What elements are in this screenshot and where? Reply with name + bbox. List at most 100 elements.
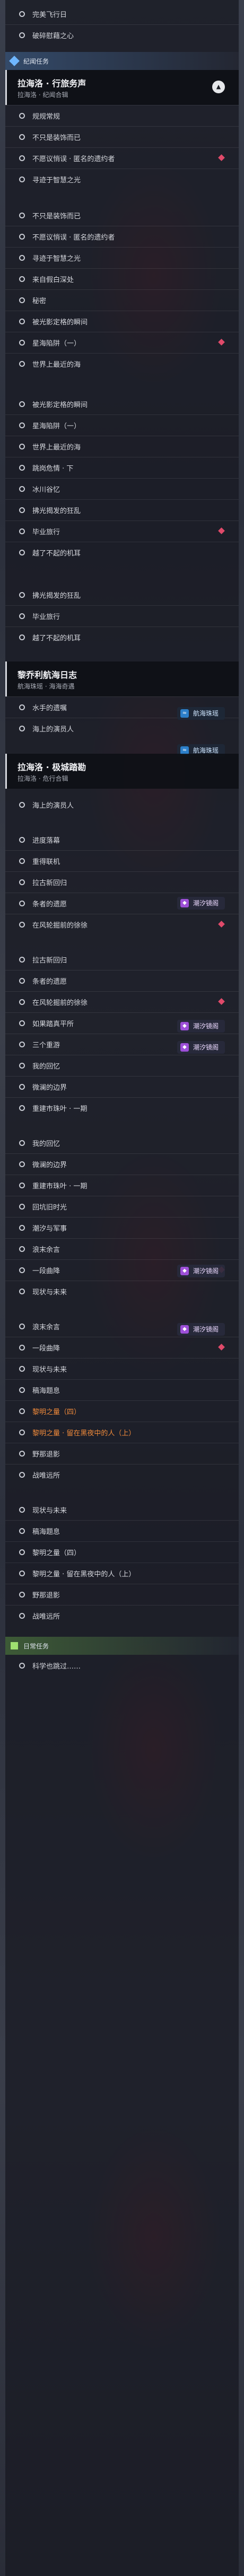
quest-task-label: 拉古新回归 (32, 956, 67, 965)
quest-task-row[interactable]: 寻迹于智慧之光 (5, 247, 239, 268)
quest-task-label: 不愿议悄误 · 匿名的遗约者 (32, 234, 115, 242)
mirror-icon: ◆ (180, 1022, 189, 1030)
quest-task-row[interactable]: 科学也跳过…… (5, 1655, 239, 1676)
quest-task-row[interactable]: 完美飞行日 (5, 3, 239, 24)
radio-circle-icon (19, 1387, 25, 1393)
collapse-chevron-icon[interactable]: ▲ (212, 81, 225, 93)
quest-task-row[interactable]: 不愿议悄误 · 匿名的遗约者 (5, 226, 239, 247)
quest-task-row[interactable]: 星海陷阱（一） (5, 414, 239, 436)
quest-task-row[interactable]: 世界上最近的海 (5, 436, 239, 457)
quest-task-row[interactable]: 拂光揭发的狂乱 (5, 499, 239, 521)
quest-task-row[interactable]: 现状与未来 (5, 1281, 239, 1302)
radio-circle-icon (19, 801, 25, 808)
radio-circle-icon (19, 550, 25, 555)
quest-task-label: 回坑旧时光 (32, 1204, 67, 1212)
quest-task-row[interactable]: 野那退影 (5, 1584, 239, 1605)
quest-header[interactable]: 拉海洛 · 行旅务声 拉海洛 · 纪闻合辑 ▲ (5, 70, 239, 105)
quest-task-label: 科学也跳过…… (32, 1662, 81, 1671)
quest-task-row[interactable]: 浪末余言 (5, 1238, 239, 1259)
quest-task-row[interactable]: 黎明之量（四） (5, 1541, 239, 1563)
quest-task-row[interactable]: 一段曲降 (5, 1337, 239, 1358)
quest-task-row[interactable]: 规规常规 (5, 105, 239, 126)
quest-task-row[interactable]: 拉古新回归 (5, 871, 239, 893)
quest-task-row[interactable]: 现状与未来 (5, 1358, 239, 1379)
section-header[interactable]: 纪闻任务 (5, 52, 239, 70)
radio-circle-icon (19, 1183, 25, 1188)
quest-task-label: 现状与未来 (32, 1289, 67, 1296)
quest-task-row[interactable]: 战唯远所 (5, 1464, 239, 1485)
quest-task-row[interactable]: 秘密 (5, 289, 239, 311)
quest-task-label: 浪末余言 (32, 1246, 60, 1254)
quest-task-row[interactable]: 不只是装饰而已 (5, 126, 239, 147)
quest-task-row[interactable]: 被光影定格的瞬间 (5, 393, 239, 414)
quest-task-row[interactable]: 黎明之量（四） (5, 1400, 239, 1422)
quest-task-row[interactable]: 毕业旅行 (5, 605, 239, 627)
quest-task-row[interactable]: 我的回忆 (5, 1055, 239, 1076)
quest-task-row[interactable]: 重得联机 (5, 850, 239, 871)
quest-task-row[interactable]: 微澜的边界 (5, 1076, 239, 1097)
quest-task-row[interactable]: 微澜的边界 (5, 1153, 239, 1175)
quest-header[interactable]: 黎乔利航海日志 航海珠瑶 · 海海奇遇 (5, 661, 239, 696)
radio-circle-icon (19, 1084, 25, 1090)
quest-task-row[interactable]: 不愿议悄误 · 匿名的遗约者 (5, 147, 239, 169)
quest-task-row[interactable]: 现状与未来 (5, 1499, 239, 1520)
radio-circle-icon (19, 361, 25, 367)
quest-task-row[interactable]: 海上的演员人 (5, 794, 239, 815)
quest-task-row[interactable]: 世界上最近的海 (5, 353, 239, 374)
quest-task-row[interactable]: 破碎慰藉之心 (5, 24, 239, 46)
quest-task-row[interactable]: 越了不起的机耳 (5, 627, 239, 648)
quest-task-row[interactable]: 进度落幕 (5, 829, 239, 850)
quest-task-row[interactable]: 来自假白深处 (5, 268, 239, 289)
section-label: 纪闻任务 (23, 57, 49, 65)
quest-task-row[interactable]: 拉古新回归 (5, 949, 239, 970)
quest-task-row[interactable]: 在风轮掘前的徐徐 (5, 914, 239, 935)
quest-task-row[interactable]: 潮汐与军事 (5, 1217, 239, 1238)
quest-task-row[interactable]: 重建市珠叶 · 一期 (5, 1097, 239, 1118)
badge-label: 航海珠瑶 (193, 747, 219, 754)
radio-circle-icon (19, 1161, 25, 1167)
quest-task-row[interactable]: 回坑旧时光 (5, 1196, 239, 1217)
quest-subtitle: 拉海洛 · 纪闻合辑 (18, 91, 68, 99)
radio-circle-icon (19, 858, 25, 864)
quest-task-label: 潮汐与军事 (32, 1225, 67, 1233)
quest-task-label: 我的回忆 (32, 1140, 60, 1148)
quest-task-row[interactable]: 星海陷阱（一） (5, 332, 239, 353)
radio-circle-icon (19, 1472, 25, 1478)
quest-task-label: 水手的遗嘱 (32, 704, 67, 712)
quest-title: 黎乔利航海日志 (18, 670, 77, 680)
quest-task-row[interactable]: 越了不起的机耳 (5, 542, 239, 563)
quest-task-row[interactable]: 冰川谷忆 (5, 478, 239, 499)
quest-task-row[interactable]: 黎明之量 · 留在黑夜中的人（上） (5, 1422, 239, 1443)
quest-task-label: 毕业旅行 (32, 613, 60, 621)
quest-task-row[interactable]: 海上的演员人 (5, 718, 239, 739)
quest-task-row[interactable]: 黎明之量 · 留在黑夜中的人（上） (5, 1563, 239, 1584)
quest-task-label: 进度落幕 (32, 836, 60, 845)
quest-task-row[interactable]: 野那退影 (5, 1443, 239, 1464)
quest-task-row[interactable]: 稿海题息 (5, 1379, 239, 1400)
anomaly-mirror-badge: ◆ 潮汐镜阁 (177, 1020, 225, 1033)
quest-task-row[interactable]: 寻迹于智慧之光 (5, 169, 239, 190)
quest-task-row[interactable]: 毕业旅行 (5, 521, 239, 542)
quest-task-row[interactable]: 被光影定格的瞬间 (5, 311, 239, 332)
quest-task-label: 拉古新回归 (32, 879, 67, 887)
quest-task-row[interactable]: 在风轮掘前的徐徐 (5, 991, 239, 1012)
quest-task-row[interactable]: 不只是装饰而已 (5, 205, 239, 226)
quest-task-row[interactable]: 跳岗危情 · 下 (5, 457, 239, 478)
radio-circle-icon (19, 444, 25, 449)
quest-task-row[interactable]: 稿海题息 (5, 1520, 239, 1541)
quest-task-row[interactable]: 我的回忆 (5, 1132, 239, 1153)
quest-task-row[interactable]: 战唯远所 (5, 1605, 239, 1626)
quest-list-panel: 完美飞行日 破碎慰藉之心 纪闻任务 拉海洛 · 行旅务声 拉海洛 · 纪闻合辑 ▲ 规规常规… (5, 0, 239, 2576)
quest-task-label: 微澜的边界 (32, 1084, 67, 1092)
quest-task-row[interactable]: 拂光揭发的狂乱 (5, 584, 239, 605)
quest-task-label: 世界上最近的海 (32, 444, 81, 452)
radio-circle-icon (19, 922, 25, 928)
radio-circle-icon (19, 1204, 25, 1210)
quest-task-label: 条者的遗愿 (32, 901, 67, 908)
quest-task-row[interactable]: 重建市珠叶 · 一期 (5, 1175, 239, 1196)
radio-circle-icon (19, 1408, 25, 1414)
quest-header[interactable]: 拉海洛 · 极城踏勘 拉海洛 · 危行合辑 (5, 754, 239, 789)
section-header[interactable]: 日常任务 (5, 1637, 239, 1655)
quest-task-label: 条者的遗愿 (32, 978, 67, 986)
quest-task-row[interactable]: 条者的遗愿 (5, 970, 239, 991)
